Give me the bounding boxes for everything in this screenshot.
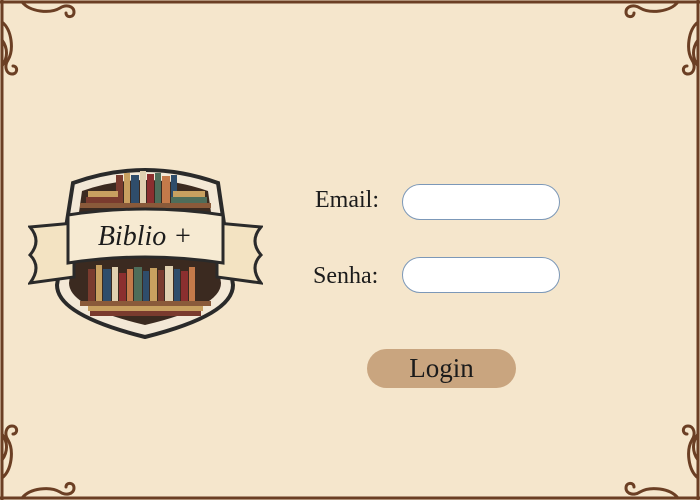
email-input[interactable]	[402, 184, 560, 220]
password-label: Senha:	[313, 263, 379, 289]
email-label: Email:	[315, 187, 379, 213]
logo-text: Biblio +	[98, 221, 192, 252]
login-button[interactable]: Login	[367, 349, 516, 388]
biblio-logo: Biblio +	[26, 165, 265, 340]
bookshelf-emblem-icon: Biblio +	[26, 168, 265, 340]
password-input[interactable]	[402, 257, 560, 293]
